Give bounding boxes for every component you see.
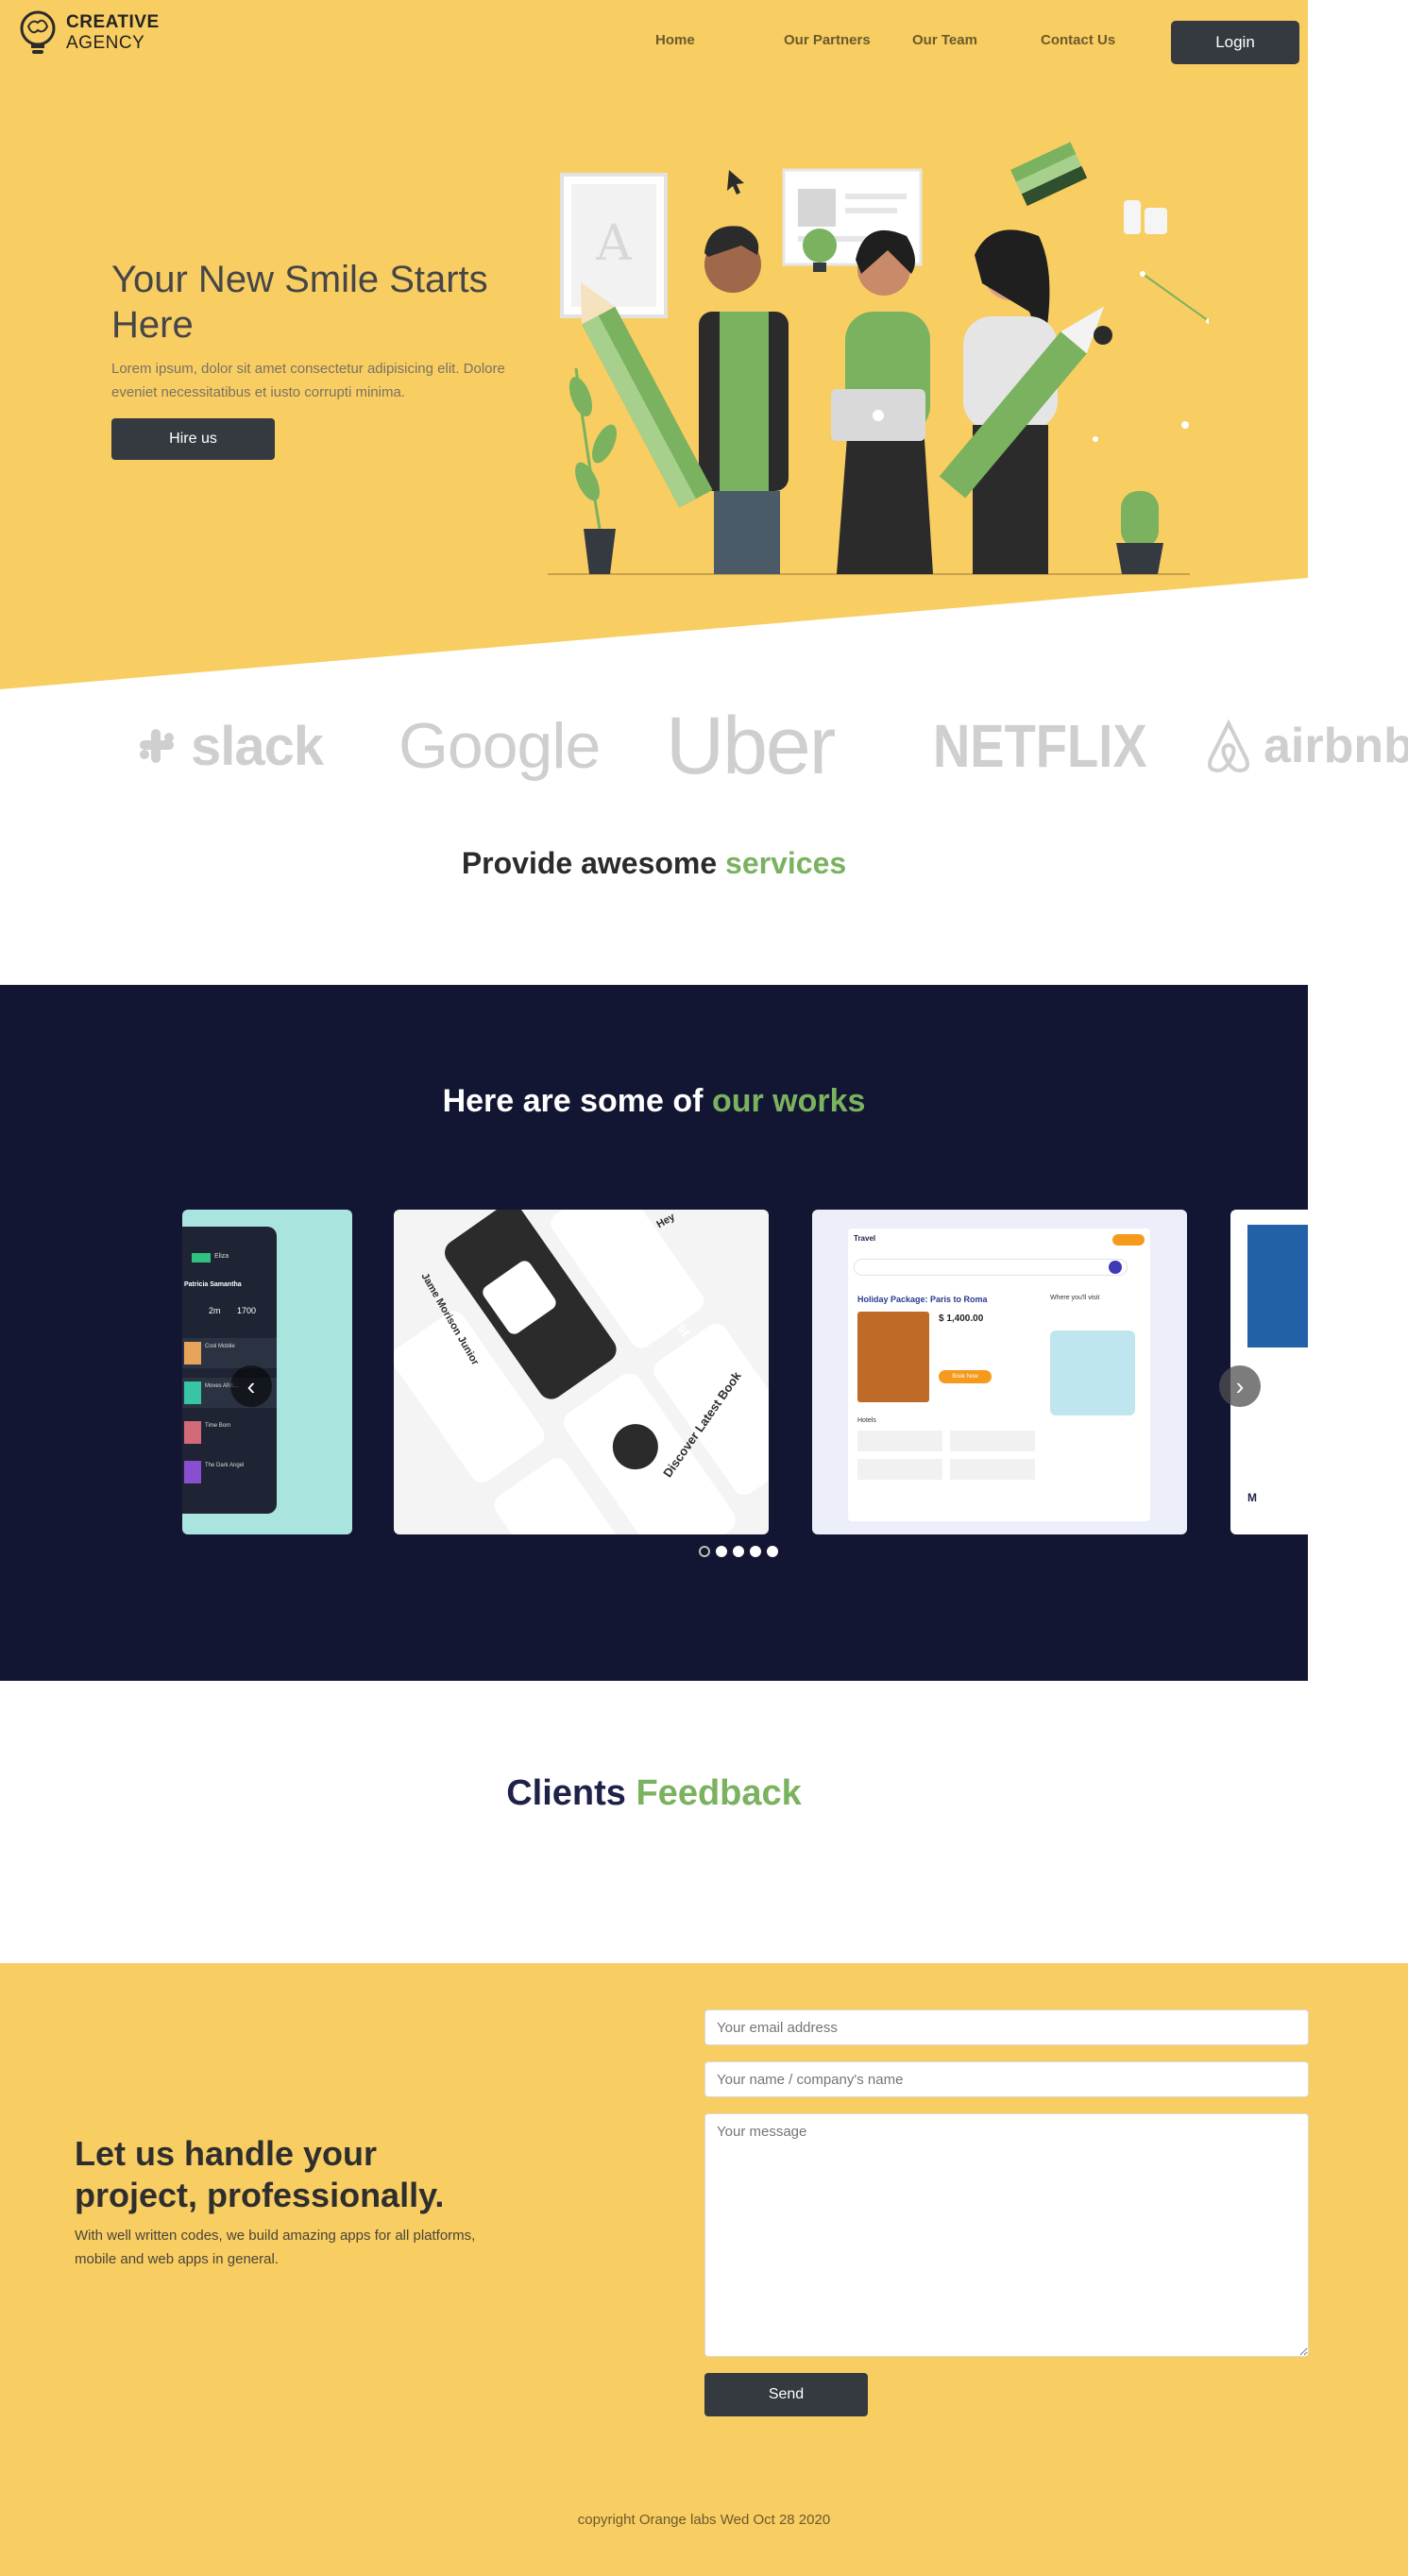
carousel-next-arrow[interactable]: › (1219, 1365, 1261, 1407)
work-card-music-app[interactable]: Eliza Patricia Samantha 2m 1700 Cool Mob… (182, 1210, 352, 1534)
works-title-prefix: Here are some of (442, 1083, 712, 1119)
travel-app-logo: Travel (854, 1234, 876, 1243)
music-app-line: Time Bom (205, 1423, 231, 1429)
feedback-title-prefix: Clients (506, 1773, 636, 1813)
carousel-dot[interactable] (733, 1546, 744, 1557)
travel-app-book-now: Book Now (939, 1370, 992, 1383)
partner-airbnb-label: airbnb (1264, 719, 1408, 773)
travel-app-hotels: Hotels (857, 1417, 876, 1424)
brand-name-line1: CREATIVE (66, 12, 160, 32)
travel-app-price: $ 1,400.00 (939, 1313, 984, 1324)
music-app-line: 2m (209, 1306, 221, 1315)
travel-app-map-title: Where you'll visit (1050, 1295, 1100, 1301)
music-app-line: Patricia Samantha (184, 1281, 242, 1288)
partners-logos: slack Google Uber NETFLIX airbnb (0, 699, 1408, 803)
slack-icon (140, 729, 174, 763)
works-section: Here are some of our works Eliza Patrici… (0, 985, 1308, 1681)
services-title: Provide awesome services (0, 846, 1308, 881)
partial-card-letter: M (1247, 1491, 1257, 1504)
partner-airbnb: airbnb (1199, 699, 1408, 793)
nav-our-partners-link[interactable]: Our Partners (784, 32, 871, 48)
services-title-prefix: Provide awesome (461, 846, 726, 880)
travel-app-package-title: Holiday Package: Paris to Roma (857, 1295, 988, 1304)
svg-text:A: A (595, 215, 633, 272)
book-app-mockup (394, 1210, 769, 1534)
music-app-line: Eliza (214, 1253, 229, 1260)
partner-netflix-label: NETFLIX (933, 712, 1147, 780)
carousel-dot[interactable] (767, 1546, 778, 1557)
contact-section: Let us handle your project, professional… (0, 1963, 1408, 2576)
hire-us-button[interactable]: Hire us (111, 418, 275, 460)
carousel-dot[interactable] (750, 1546, 761, 1557)
contact-title: Let us handle your project, professional… (75, 2134, 445, 2214)
navbar: CREATIVE AGENCY Home Our Partners Our Te… (0, 0, 1308, 85)
carousel-prev-arrow[interactable]: ‹ (230, 1365, 272, 1407)
send-button[interactable]: Send (704, 2373, 868, 2416)
hero-description: Lorem ipsum, dolor sit amet consectetur … (111, 361, 505, 400)
nav-home-link[interactable]: Home (655, 32, 695, 48)
works-title-accent: our works (711, 1083, 866, 1119)
team-illustration: A (548, 142, 1209, 575)
work-card-book-app[interactable]: Discover Latest Book Discover Latest Boo… (394, 1210, 769, 1534)
works-title: Here are some of our works (0, 1083, 1308, 1120)
music-app-line: Cool Mobile (205, 1344, 235, 1349)
music-app-line: The Dark Angel (205, 1463, 245, 1468)
nav-contact-us-link[interactable]: Contact Us (1041, 32, 1115, 48)
services-title-accent: services (725, 846, 847, 880)
email-field[interactable] (704, 2009, 1309, 2045)
login-button[interactable]: Login (1171, 21, 1299, 64)
carousel-dot[interactable] (699, 1546, 710, 1557)
partner-slack: slack (132, 699, 324, 793)
partner-uber: Uber (666, 699, 836, 793)
partner-google: Google (399, 699, 601, 793)
partner-uber-label: Uber (666, 700, 836, 791)
feedback-title: Clients Feedback (0, 1773, 1308, 1814)
brand-logo[interactable]: CREATIVE AGENCY (17, 9, 160, 57)
name-company-field[interactable] (704, 2061, 1309, 2097)
footer-copyright: copyright Orange labs Wed Oct 28 2020 (577, 2512, 831, 2528)
travel-app-window: Travel Holiday Package: Paris to Roma $ … (848, 1229, 1150, 1521)
chevron-right-icon: › (1235, 1371, 1245, 1400)
work-card-travel-app[interactable]: Travel Holiday Package: Paris to Roma $ … (812, 1210, 1187, 1534)
brand-name-line2: AGENCY (66, 33, 145, 53)
chevron-left-icon: ‹ (246, 1371, 256, 1400)
brain-bulb-icon (20, 10, 56, 54)
partner-google-label: Google (399, 710, 601, 782)
carousel-dot[interactable] (716, 1546, 727, 1557)
airbnb-icon (1208, 719, 1249, 773)
partner-slack-label: slack (191, 715, 324, 777)
nav-our-team-link[interactable]: Our Team (912, 32, 977, 48)
hero-title: Your New Smile Starts Here (111, 259, 488, 346)
carousel-pagination (699, 1546, 778, 1557)
contact-description: With well written codes, we build amazin… (75, 2228, 476, 2267)
message-field[interactable] (704, 2113, 1309, 2357)
partner-netflix: NETFLIX (933, 699, 1185, 793)
feedback-title-accent: Feedback (636, 1773, 802, 1813)
music-app-line: 1700 (237, 1306, 257, 1315)
